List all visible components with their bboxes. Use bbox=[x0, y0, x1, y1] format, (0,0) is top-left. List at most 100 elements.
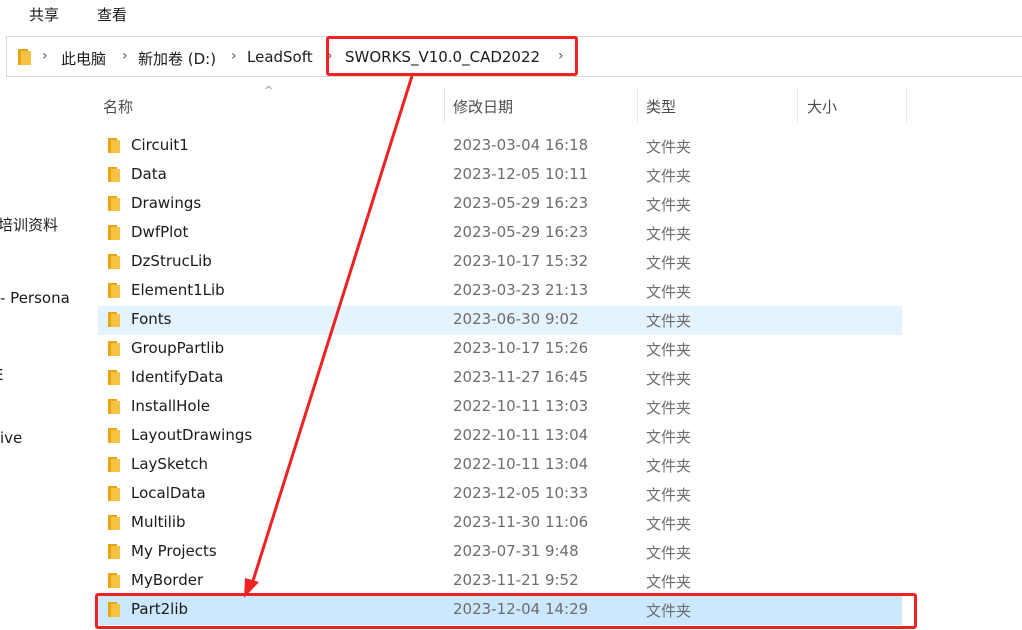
file-row[interactable]: InstallHole 2022-10-11 13:03 文件夹 bbox=[98, 393, 902, 422]
sort-up-icon: ^ bbox=[264, 84, 274, 97]
file-name[interactable]: GroupPartlib bbox=[131, 339, 224, 357]
folder-icon bbox=[108, 341, 120, 356]
file-modified-date: 2023-12-05 10:33 bbox=[453, 484, 589, 502]
file-name[interactable]: DwfPlot bbox=[131, 223, 188, 241]
folder-icon bbox=[108, 312, 120, 327]
chevron-right-icon[interactable]: › bbox=[231, 48, 237, 64]
file-modified-date: 2023-11-21 9:52 bbox=[453, 571, 579, 589]
folder-icon bbox=[108, 254, 120, 269]
column-divider[interactable] bbox=[797, 88, 798, 122]
file-row[interactable]: DwfPlot 2023-05-29 16:23 文件夹 bbox=[98, 219, 902, 248]
tab-view[interactable]: 查看 bbox=[97, 4, 127, 25]
column-divider[interactable] bbox=[906, 88, 907, 122]
file-name[interactable]: Fonts bbox=[131, 310, 171, 328]
file-name[interactable]: Multilib bbox=[131, 513, 186, 531]
file-row[interactable]: GroupPartlib 2023-10-17 15:26 文件夹 bbox=[98, 335, 902, 364]
file-row[interactable]: LayoutDrawings 2022-10-11 13:04 文件夹 bbox=[98, 422, 902, 451]
file-row[interactable]: LocalData 2023-12-05 10:33 文件夹 bbox=[98, 480, 902, 509]
folder-icon bbox=[108, 486, 120, 501]
file-row[interactable]: Circuit1 2023-03-04 16:18 文件夹 bbox=[98, 132, 902, 161]
breadcrumb-leadsoft[interactable]: LeadSoft bbox=[247, 48, 313, 66]
folder-icon bbox=[108, 457, 120, 472]
file-row[interactable]: Fonts 2023-06-30 9:02 文件夹 bbox=[98, 306, 902, 335]
nav-item-drive[interactable]: ive bbox=[0, 429, 22, 447]
file-modified-date: 2023-03-04 16:18 bbox=[453, 136, 589, 154]
breadcrumb-drive-d[interactable]: 新加卷 (D:) bbox=[138, 48, 216, 69]
annotation-box-selected-row bbox=[95, 593, 917, 629]
ribbon-tabs: 共享 查看 bbox=[0, 0, 1022, 30]
nav-item-e[interactable]: E bbox=[0, 366, 3, 384]
folder-icon bbox=[108, 399, 120, 414]
file-type: 文件夹 bbox=[646, 138, 692, 156]
file-modified-date: 2023-03-23 21:13 bbox=[453, 281, 589, 299]
folder-icon bbox=[108, 225, 120, 240]
folder-icon bbox=[108, 167, 120, 182]
folder-icon bbox=[108, 573, 120, 588]
file-modified-date: 2022-10-11 13:04 bbox=[453, 426, 589, 444]
file-type: 文件夹 bbox=[646, 399, 692, 417]
column-header-name[interactable]: 名称 bbox=[103, 96, 133, 117]
folder-icon bbox=[108, 428, 120, 443]
file-modified-date: 2023-10-17 15:26 bbox=[453, 339, 589, 357]
navigation-pane: 培训资料 - Persona E ive bbox=[0, 86, 78, 630]
file-type: 文件夹 bbox=[646, 486, 692, 504]
folder-icon bbox=[108, 370, 120, 385]
file-modified-date: 2022-10-11 13:04 bbox=[453, 455, 589, 473]
file-row[interactable]: My Projects 2023-07-31 9:48 文件夹 bbox=[98, 538, 902, 567]
column-divider[interactable] bbox=[444, 88, 445, 122]
file-name[interactable]: My Projects bbox=[131, 542, 217, 560]
column-header-type[interactable]: 类型 bbox=[646, 96, 676, 117]
folder-icon bbox=[108, 515, 120, 530]
file-row[interactable]: Multilib 2023-11-30 11:06 文件夹 bbox=[98, 509, 902, 538]
folder-icon bbox=[108, 283, 120, 298]
chevron-right-icon[interactable]: › bbox=[122, 48, 128, 64]
nav-item-training[interactable]: 培训资料 bbox=[0, 214, 58, 235]
file-name[interactable]: Element1Lib bbox=[131, 281, 225, 299]
file-type: 文件夹 bbox=[646, 370, 692, 388]
file-type: 文件夹 bbox=[646, 457, 692, 475]
column-header-modified[interactable]: 修改日期 bbox=[453, 96, 513, 117]
file-modified-date: 2023-06-30 9:02 bbox=[453, 310, 579, 328]
nav-item-onedrive-personal[interactable]: - Persona bbox=[0, 289, 70, 307]
folder-icon bbox=[108, 138, 120, 153]
file-name[interactable]: LocalData bbox=[131, 484, 206, 502]
file-row[interactable]: LaySketch 2022-10-11 13:04 文件夹 bbox=[98, 451, 902, 480]
file-name[interactable]: Drawings bbox=[131, 194, 201, 212]
file-type: 文件夹 bbox=[646, 225, 692, 243]
file-name[interactable]: MyBorder bbox=[131, 571, 203, 589]
file-type: 文件夹 bbox=[646, 428, 692, 446]
file-type: 文件夹 bbox=[646, 254, 692, 272]
file-row[interactable]: IdentifyData 2023-11-27 16:45 文件夹 bbox=[98, 364, 902, 393]
file-modified-date: 2023-05-29 16:23 bbox=[453, 194, 589, 212]
chevron-right-icon[interactable]: › bbox=[42, 48, 48, 64]
file-type: 文件夹 bbox=[646, 544, 692, 562]
annotation-box-address bbox=[326, 36, 578, 76]
file-type: 文件夹 bbox=[646, 196, 692, 214]
file-row[interactable]: MyBorder 2023-11-21 9:52 文件夹 bbox=[98, 567, 902, 596]
file-type: 文件夹 bbox=[646, 283, 692, 301]
column-divider[interactable] bbox=[637, 88, 638, 122]
column-header-size[interactable]: 大小 bbox=[807, 96, 837, 117]
file-row[interactable]: Drawings 2023-05-29 16:23 文件夹 bbox=[98, 190, 902, 219]
file-type: 文件夹 bbox=[646, 167, 692, 185]
file-modified-date: 2023-05-29 16:23 bbox=[453, 223, 589, 241]
folder-icon bbox=[18, 49, 31, 65]
file-row[interactable]: Element1Lib 2023-03-23 21:13 文件夹 bbox=[98, 277, 902, 306]
file-row[interactable]: DzStrucLib 2023-10-17 15:32 文件夹 bbox=[98, 248, 902, 277]
breadcrumb-this-pc[interactable]: 此电脑 bbox=[61, 48, 106, 69]
file-type: 文件夹 bbox=[646, 573, 692, 591]
file-name[interactable]: DzStrucLib bbox=[131, 252, 212, 270]
file-name[interactable]: InstallHole bbox=[131, 397, 210, 415]
file-name[interactable]: LaySketch bbox=[131, 455, 208, 473]
folder-icon bbox=[108, 196, 120, 211]
file-row[interactable]: Data 2023-12-05 10:11 文件夹 bbox=[98, 161, 902, 190]
file-name[interactable]: IdentifyData bbox=[131, 368, 223, 386]
file-name[interactable]: Data bbox=[131, 165, 167, 183]
file-modified-date: 2023-11-30 11:06 bbox=[453, 513, 589, 531]
file-modified-date: 2023-11-27 16:45 bbox=[453, 368, 589, 386]
tab-share[interactable]: 共享 bbox=[29, 4, 59, 25]
file-name[interactable]: Circuit1 bbox=[131, 136, 189, 154]
file-type: 文件夹 bbox=[646, 341, 692, 359]
file-modified-date: 2023-10-17 15:32 bbox=[453, 252, 589, 270]
file-name[interactable]: LayoutDrawings bbox=[131, 426, 252, 444]
